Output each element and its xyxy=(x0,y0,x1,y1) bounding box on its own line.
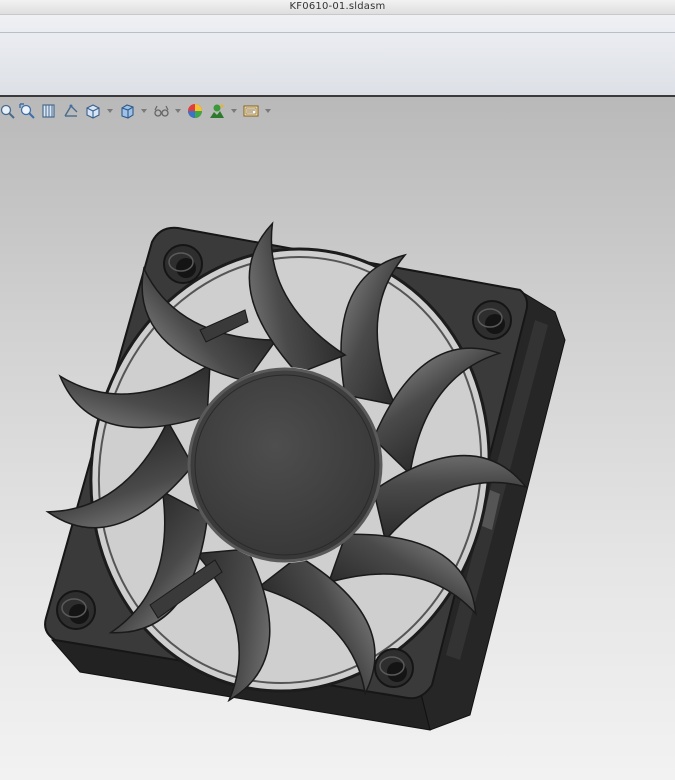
mounting-hole xyxy=(374,648,414,688)
graphics-area[interactable] xyxy=(0,97,675,780)
mounting-hole xyxy=(163,244,203,284)
mounting-hole xyxy=(472,300,512,340)
fan-model[interactable] xyxy=(0,97,675,780)
command-manager-ribbon xyxy=(0,15,675,95)
mounting-hole xyxy=(56,590,96,630)
fan-hub xyxy=(187,367,383,563)
title-bar: KF0610-01.sldasm xyxy=(0,0,675,15)
ribbon-separator xyxy=(0,32,675,33)
window-title: KF0610-01.sldasm xyxy=(289,1,386,12)
